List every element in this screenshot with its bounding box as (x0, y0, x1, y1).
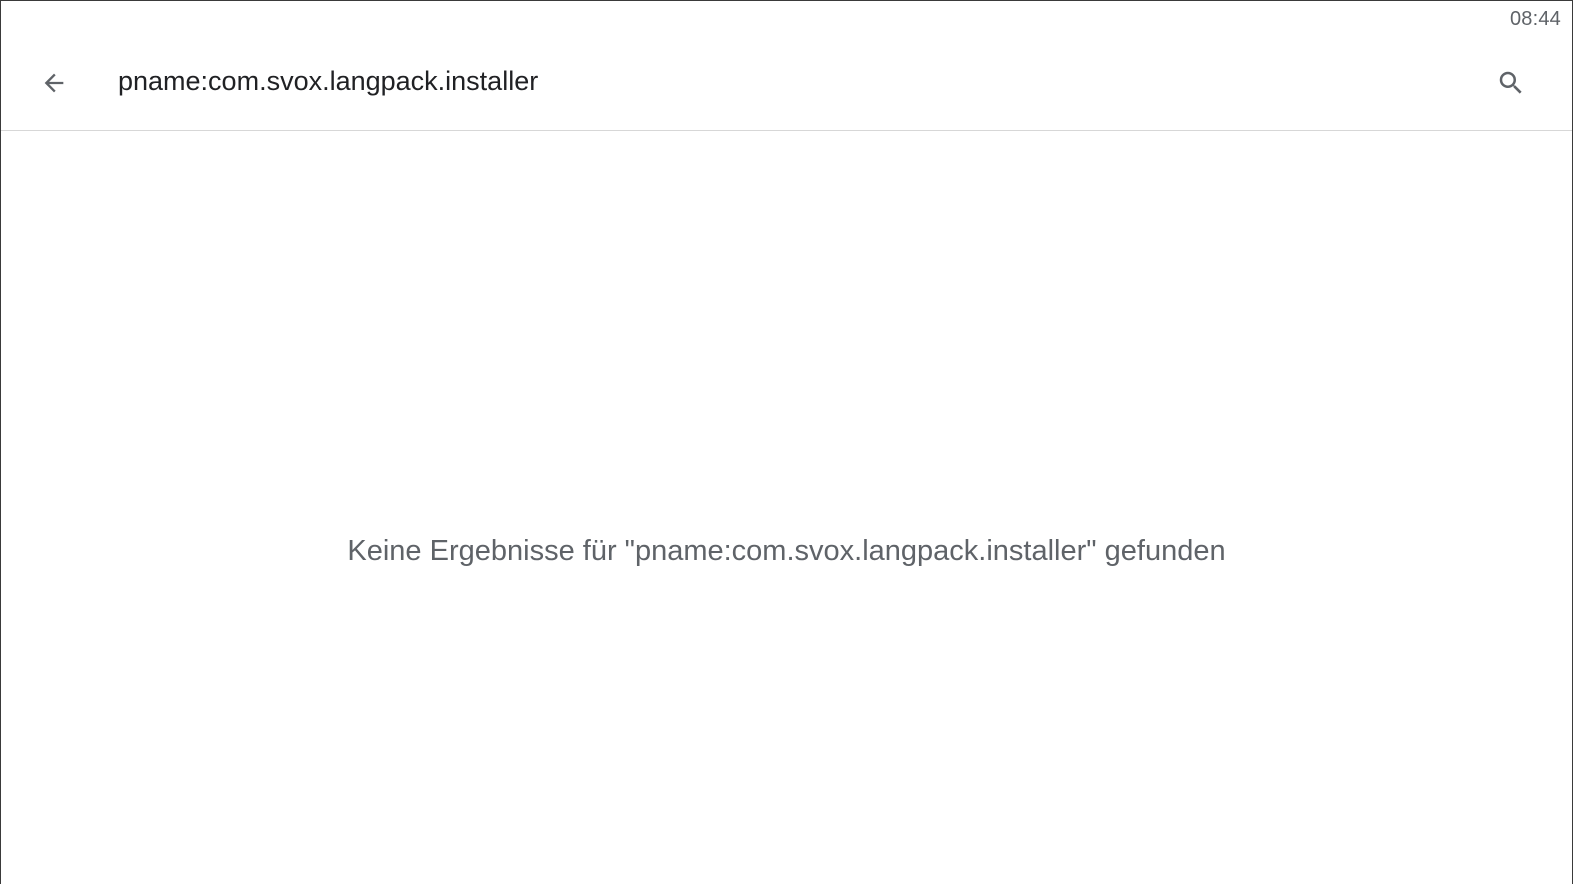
search-button[interactable] (1488, 60, 1534, 106)
arrow-back-icon (44, 73, 64, 93)
search-results-area: Keine Ergebnisse für "pname:com.svox.lan… (1, 131, 1572, 884)
search-query-text[interactable]: pname:com.svox.langpack.installer (118, 66, 538, 97)
status-bar: 08:44 (1, 1, 1572, 37)
back-button[interactable] (31, 60, 77, 106)
search-icon (1499, 71, 1522, 94)
search-app-bar: pname:com.svox.langpack.installer (1, 37, 1572, 131)
play-store-search-screen: 08:44 pname:com.svox.langpack.installer … (0, 0, 1573, 884)
status-time: 08:44 (1509, 8, 1561, 30)
no-results-message: Keine Ergebnisse für "pname:com.svox.lan… (347, 535, 1226, 567)
